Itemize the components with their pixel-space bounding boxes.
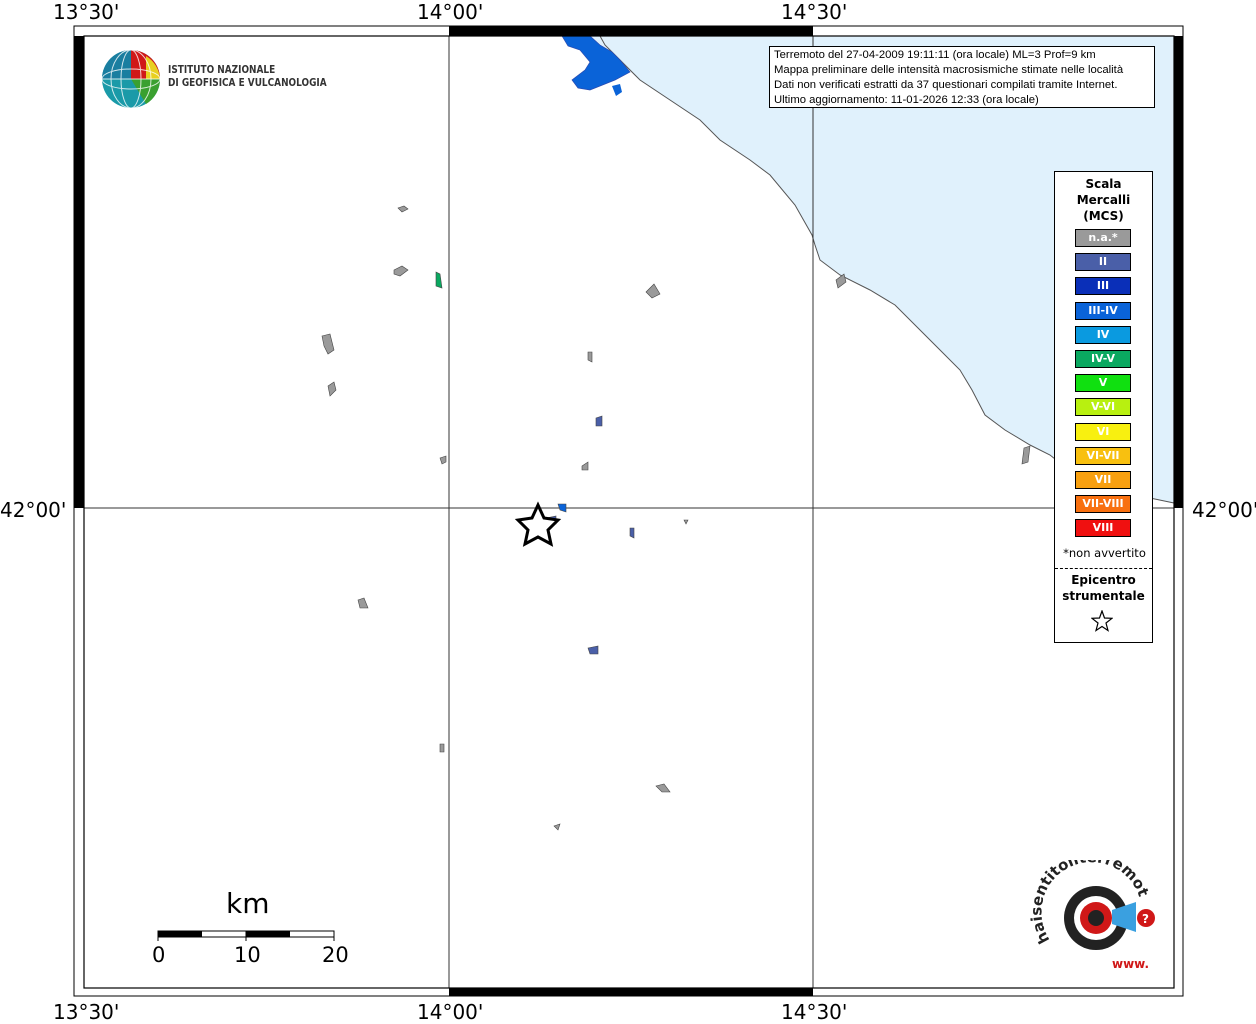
legend-item: II xyxy=(1075,253,1131,272)
mcs-legend: Scala Mercalli (MCS) n.a.* II III III-IV IV I… xyxy=(1054,171,1153,643)
frame-bar xyxy=(449,26,813,36)
ingv-name-line1: ISTITUTO NAZIONALE xyxy=(168,64,276,76)
legend-item: VI xyxy=(1075,422,1131,441)
legend-item: n.a.* xyxy=(1075,229,1131,247)
ingv-name-line2: DI GEOFISICA E VULCANOLOGIA xyxy=(168,77,327,89)
legend-item: VII xyxy=(1075,471,1131,489)
frame-bar xyxy=(74,36,84,508)
frame-bar xyxy=(449,988,813,996)
legend-item: IV xyxy=(1075,325,1131,344)
ingv-name: ISTITUTO NAZIONALE DI GEOFISICA E VULCAN… xyxy=(168,64,327,90)
lon-label-top: 13°30' xyxy=(53,0,120,24)
legend-item: III xyxy=(1075,277,1131,296)
svg-text:?: ? xyxy=(1142,912,1149,926)
scale-bar xyxy=(157,930,335,941)
scale-unit: km xyxy=(226,887,270,920)
intensity-area-iii-iv xyxy=(612,84,622,96)
lon-label-bottom: 13°30' xyxy=(53,1000,120,1024)
lat-label-left: 42°00' xyxy=(0,498,67,522)
event-info-line: Mappa preliminare delle intensità macros… xyxy=(774,64,1124,76)
frame-bar xyxy=(1174,36,1183,508)
event-info-line: Terremoto del 27-04-2009 19:11:11 (ora l… xyxy=(774,49,1096,61)
legend-epicenter-label: Epicentro strumentale xyxy=(1062,573,1145,603)
event-info-line: Ultimo aggiornamento: 11-01-2026 12:33 (… xyxy=(774,94,1039,106)
legend-title: Scala Mercalli (MCS) xyxy=(1076,177,1131,223)
legend-item: V xyxy=(1075,374,1131,393)
scale-tick-label: 10 xyxy=(234,943,261,967)
legend-item: VIII xyxy=(1075,519,1131,538)
legend-note: *non avvertito xyxy=(1063,546,1146,560)
lon-label-bottom: 14°00' xyxy=(417,1000,484,1024)
lat-label-right: 42°00' xyxy=(1192,498,1256,522)
globe-icon xyxy=(101,49,161,109)
legend-item: V-VI xyxy=(1075,398,1131,417)
scale-tick-label: 20 xyxy=(322,943,349,967)
scale-tick-label: 0 xyxy=(152,943,166,967)
lon-label-bottom: 14°30' xyxy=(781,1000,848,1024)
legend-item: III-IV xyxy=(1075,301,1131,320)
legend-item: VI-VII xyxy=(1075,446,1131,465)
star-icon xyxy=(1091,610,1113,632)
haisentito-logo[interactable]: ? haisentitoilterremoto.it www. xyxy=(1025,846,1170,980)
haisentito-logo-prefix: www. xyxy=(1112,957,1149,971)
legend-divider xyxy=(1055,568,1152,569)
lon-label-top: 14°30' xyxy=(781,0,848,24)
event-info-line: Dati non verificati estratti da 37 quest… xyxy=(774,79,1118,91)
legend-item: IV-V xyxy=(1075,350,1131,368)
legend-item: VII-VIII xyxy=(1075,495,1131,514)
epicenter-star-icon[interactable] xyxy=(514,501,562,547)
event-info-box: Terremoto del 27-04-2009 19:11:11 (ora l… xyxy=(769,46,1155,108)
lon-label-top: 14°00' xyxy=(417,0,484,24)
